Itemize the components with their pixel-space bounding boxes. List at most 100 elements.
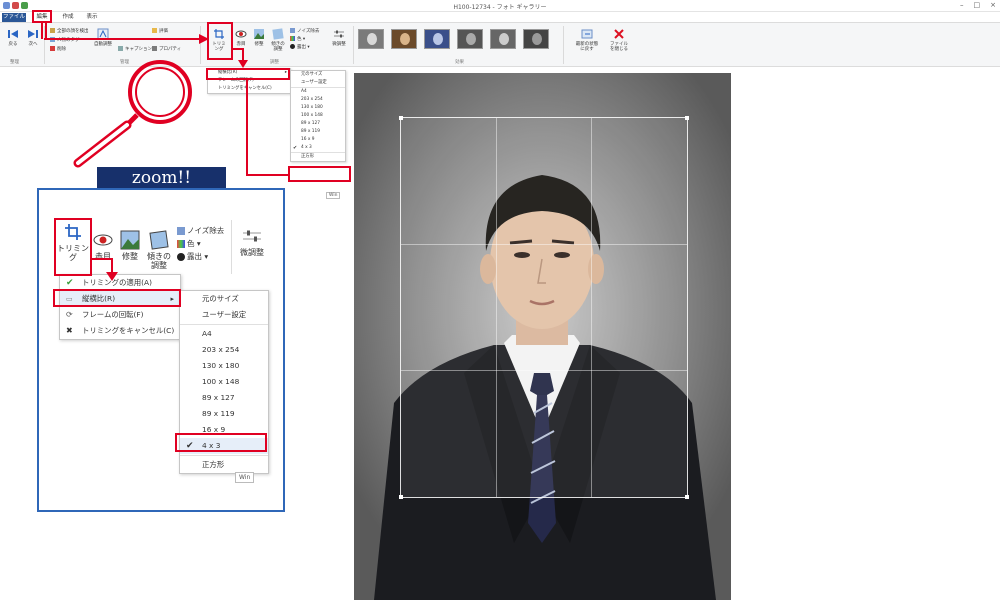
zoom-exposure-button[interactable]: 露出 ▾ xyxy=(177,250,224,263)
back-label: 戻る xyxy=(8,42,18,47)
ratio-option[interactable]: A4 xyxy=(291,88,345,96)
retouch-icon xyxy=(254,29,264,39)
retouch-button[interactable]: 修整 xyxy=(251,28,267,47)
tab-file[interactable]: ファイル xyxy=(2,13,26,22)
ratio-option[interactable]: ✔ 4 x 3 xyxy=(291,144,345,152)
ratio-option-label: 元のサイズ xyxy=(301,72,323,77)
exposure-button[interactable]: 露出 ▾ xyxy=(290,44,310,51)
close-file-button[interactable]: ファイル を閉じる xyxy=(606,28,632,52)
fine-tune-button[interactable]: 微調整 xyxy=(328,28,350,47)
find-people-button[interactable]: 全部の顔を検出 xyxy=(50,28,89,35)
effect-thumbnail[interactable] xyxy=(424,29,450,49)
ratio-option[interactable]: 89 x 127 xyxy=(180,390,268,406)
color-icon xyxy=(177,240,185,248)
ratio-option[interactable]: ユーザー設定 xyxy=(180,307,268,323)
magnifier-icon xyxy=(73,60,192,168)
close-window-icon[interactable]: × xyxy=(990,1,996,9)
ratio-option[interactable]: 正方形 xyxy=(180,457,268,473)
zoom-straighten-button[interactable]: 傾きの 調整 xyxy=(144,230,174,270)
photo-canvas[interactable] xyxy=(354,73,731,600)
delete-label: 削除 xyxy=(57,47,66,52)
straighten-button[interactable]: 傾きの 調整 xyxy=(269,28,287,52)
annotation-arrow-line xyxy=(246,174,288,176)
noise-icon xyxy=(290,28,295,33)
red-eye-button[interactable]: 赤目 xyxy=(233,28,249,47)
crop-frame[interactable] xyxy=(399,116,689,499)
properties-button[interactable]: プロパティ xyxy=(152,46,181,53)
ratio-option-label: 130 x 180 xyxy=(202,361,240,370)
ratio-option[interactable]: ユーザー設定 xyxy=(291,79,345,87)
zoom-ribbon-separator xyxy=(231,220,232,274)
zoom-adjust-small-group: ノイズ除去 色 ▾ 露出 ▾ xyxy=(177,224,224,263)
zoom-retouch-button[interactable]: 修整 xyxy=(119,230,141,261)
crop-menu-small-cancel[interactable]: トリミングをキャンセル(C) xyxy=(208,85,290,93)
ratio-option[interactable]: 元のサイズ xyxy=(291,71,345,79)
crop-grid-line xyxy=(401,244,687,246)
zoom-noise-button[interactable]: ノイズ除去 xyxy=(177,224,224,237)
next-button[interactable]: 次へ xyxy=(24,28,42,47)
zoom-title: zoom!! xyxy=(97,167,226,189)
ratio-option[interactable]: 89 x 119 xyxy=(291,128,345,136)
crop-handle[interactable] xyxy=(685,495,689,499)
ratio-option-label: 89 x 119 xyxy=(301,129,320,134)
ratio-option-label: A4 xyxy=(301,89,307,94)
delete-button[interactable]: 削除 xyxy=(50,46,66,53)
red-eye-label: 赤目 xyxy=(236,42,246,47)
ratio-option[interactable]: 89 x 119 xyxy=(180,406,268,422)
zoom-color-button[interactable]: 色 ▾ xyxy=(177,237,224,250)
crop-handle[interactable] xyxy=(685,116,689,120)
revert-button[interactable]: 最新の状態 に戻す xyxy=(570,28,604,52)
caption-label: キャプション xyxy=(125,47,152,52)
ratio-option-label: 203 x 254 xyxy=(202,345,240,354)
ratio-option-label: 正方形 xyxy=(301,154,314,159)
revert-icon xyxy=(581,29,593,39)
close-icon xyxy=(614,29,624,39)
zoom-red-eye-button[interactable]: 赤目 xyxy=(93,230,113,261)
ratio-menu-small: 元のサイズユーザー設定 A4 203 x 254 130 x 180 100 x 148… xyxy=(290,70,346,162)
ratio-option[interactable]: 130 x 180 xyxy=(291,104,345,112)
ratio-option[interactable]: 16 x 9 xyxy=(291,136,345,144)
annotation-arrowhead xyxy=(106,272,118,281)
exposure-label: 露出 xyxy=(297,45,306,50)
color-button[interactable]: 色 ▾ xyxy=(290,36,305,43)
minimize-icon[interactable]: – xyxy=(960,1,964,9)
effect-thumbnail[interactable] xyxy=(391,29,417,49)
ratio-option[interactable]: 正方形 xyxy=(291,153,345,161)
annotation-arrowhead xyxy=(238,60,248,68)
ratio-option[interactable]: 89 x 127 xyxy=(291,120,345,128)
zoom-fine-tune-button[interactable]: 微調整 xyxy=(235,226,269,257)
tab-create[interactable]: 作成 xyxy=(60,13,76,22)
noise-button[interactable]: ノイズ除去 xyxy=(290,28,319,35)
title-bar: H100-12734 - フォト ギャラリー – □ × xyxy=(0,0,1000,12)
ratio-option-label: 89 x 127 xyxy=(301,121,320,126)
effect-thumbnail[interactable] xyxy=(457,29,483,49)
caption-button[interactable]: キャプション xyxy=(118,46,152,53)
retouch-label: 修整 xyxy=(254,42,264,47)
ratio-option[interactable]: 100 x 148 xyxy=(180,374,268,390)
rating-button[interactable]: 評価 xyxy=(152,28,168,35)
ratio-option[interactable]: 203 x 254 xyxy=(180,342,268,358)
tab-view[interactable]: 表示 xyxy=(84,13,100,22)
crop-grid-line xyxy=(591,118,593,497)
ratio-option-label: 100 x 148 xyxy=(202,377,240,386)
effect-thumbnail[interactable] xyxy=(490,29,516,49)
crop-menu-small-cancel-label: トリミングをキャンセル(C) xyxy=(218,86,272,91)
zoom-crop-cancel-label: トリミングをキャンセル(C) xyxy=(82,326,175,335)
eye-icon xyxy=(235,30,247,38)
cancel-crop-icon: ✖ xyxy=(66,326,73,335)
ratio-option[interactable]: 130 x 180 xyxy=(180,358,268,374)
effect-thumbnail[interactable] xyxy=(523,29,549,49)
next-icon xyxy=(28,30,38,38)
maximize-icon[interactable]: □ xyxy=(974,1,981,9)
ratio-option[interactable]: A4 xyxy=(180,326,268,342)
ratio-option[interactable]: 元のサイズ xyxy=(180,291,268,307)
back-button[interactable]: 戻る xyxy=(4,28,22,47)
color-label: 色 xyxy=(297,37,302,42)
zoom-crop-rotate[interactable]: ⟳ フレームの回転(F) xyxy=(60,307,180,323)
crop-handle[interactable] xyxy=(399,495,403,499)
zoom-crop-cancel[interactable]: ✖ トリミングをキャンセル(C) xyxy=(60,323,180,339)
effect-thumbnail[interactable] xyxy=(358,29,384,49)
crop-handle[interactable] xyxy=(399,116,403,120)
ratio-option[interactable]: 203 x 254 xyxy=(291,96,345,104)
ratio-option[interactable]: 100 x 148 xyxy=(291,112,345,120)
